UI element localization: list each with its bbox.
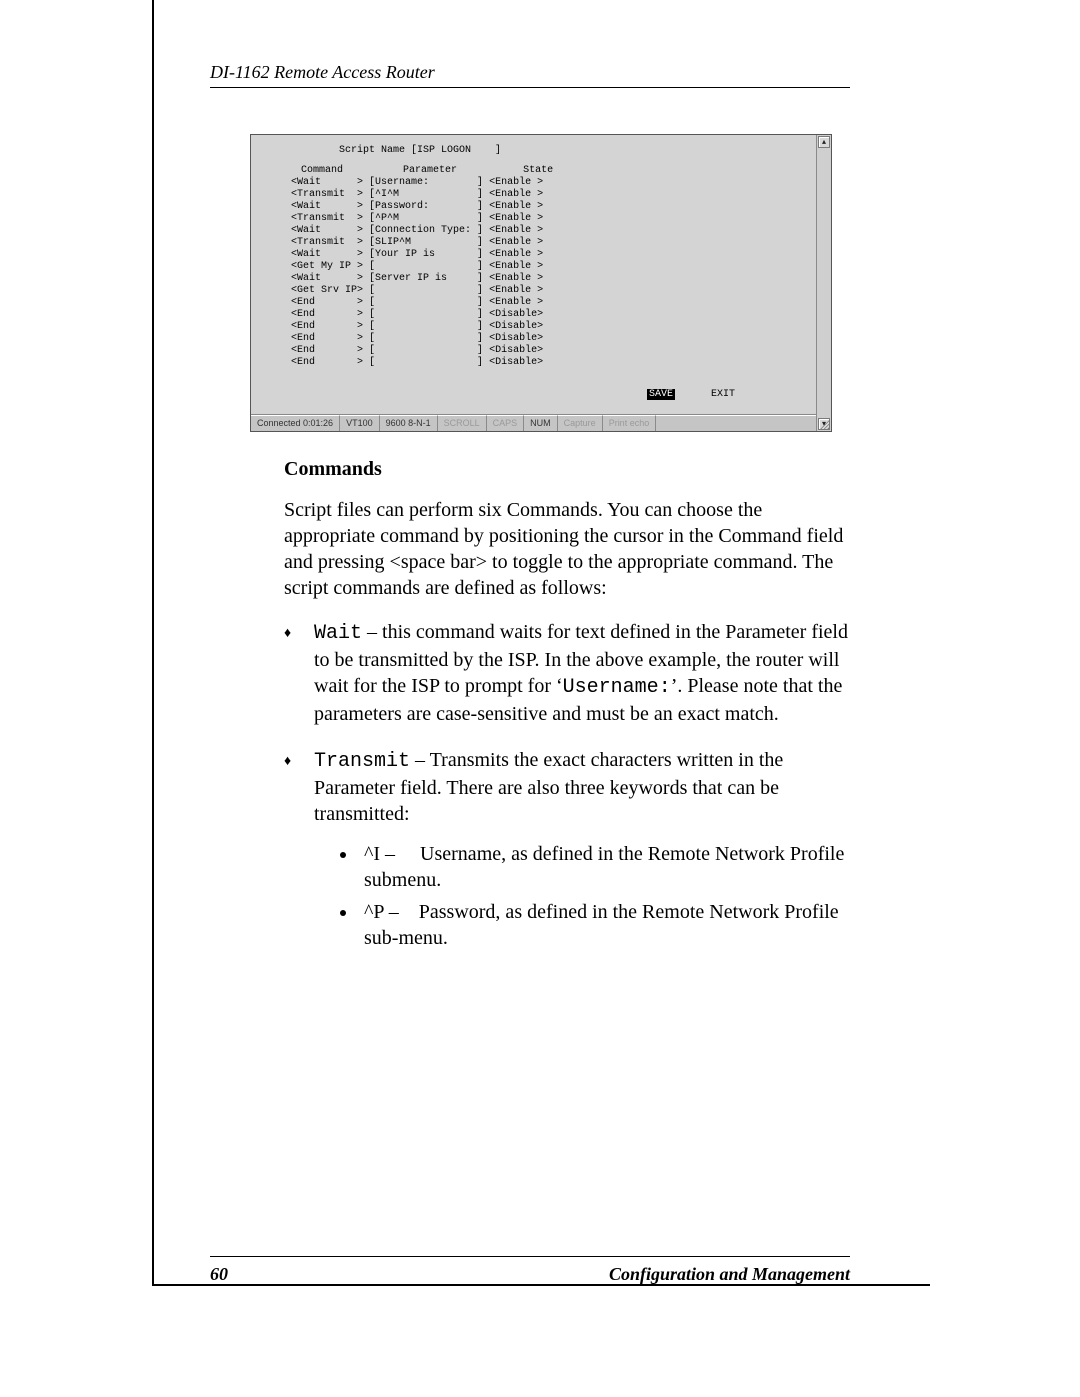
script-row: <Get Srv IP> [ ] <Enable > [291,285,817,297]
status-capture: Capture [558,415,603,431]
status-num: NUM [524,415,558,431]
command-wait: Wait – this command waits for text defin… [284,619,849,727]
intro-paragraph: Script files can perform six Commands. Y… [284,497,844,601]
script-row: <Wait > [Server IP is ] <Enable > [291,273,817,285]
script-row: <End > [ ] <Disable> [291,345,817,357]
status-print-echo: Print echo [603,415,657,431]
footer-divider [210,1256,850,1257]
status-fill [656,415,831,431]
script-name-line: Script Name [ISP LOGON ] [339,145,817,157]
section-heading: Commands [284,458,890,481]
p-lead: ^P – [364,901,404,923]
page-footer: 60 Configuration and Management [210,1264,850,1285]
sub-item-i: ^I – Username, as defined in the Remote … [358,841,849,893]
code-transmit: Transmit [314,750,410,773]
script-row: <Wait > [Password: ] <Enable > [291,201,817,213]
scroll-up-icon[interactable]: ▴ [818,136,830,148]
status-scroll: SCROLL [438,415,487,431]
script-row: <Wait > [Username: ] <Enable > [291,177,817,189]
code-wait: Wait [314,622,362,645]
i-lead: ^I – [364,843,400,865]
status-terminal-type: VT100 [340,415,380,431]
save-button[interactable]: SAVE [647,389,675,400]
code-username: Username: [563,676,671,699]
status-caps: CAPS [487,415,525,431]
script-row: <Transmit > [SLIP^M ] <Enable > [291,237,817,249]
page-number: 60 [210,1264,228,1285]
col-parameter: Parameter [403,165,457,176]
status-connected: Connected 0:01:26 [251,415,340,431]
p-text: Password, as defined in the Remote Netwo… [364,901,839,949]
scrollbar[interactable]: ▴ ▾ [816,135,831,431]
script-row: <End > [ ] <Disable> [291,321,817,333]
page-sheet: DI-1162 Remote Access Router ▴ ▾ Script … [0,0,1080,1397]
content-area: DI-1162 Remote Access Router ▴ ▾ Script … [152,0,930,971]
col-command: Command [301,165,343,176]
status-baud: 9600 8-N-1 [380,415,438,431]
script-row: <End > [ ] <Disable> [291,333,817,345]
script-row: <End > [ ] <Enable > [291,297,817,309]
script-row: <Transmit > [^P^M ] <Enable > [291,213,817,225]
script-row: <End > [ ] <Disable> [291,357,817,369]
terminal-body: Script Name [ISP LOGON ] Command Paramet… [251,135,817,414]
terminal-buttons: SAVE EXIT [251,389,817,400]
sub-item-p: ^P – Password, as defined in the Remote … [358,899,849,951]
resize-grip-icon[interactable] [818,418,830,430]
script-row: <Get My IP > [ ] <Enable > [291,261,817,273]
script-row: <Wait > [Your IP is ] <Enable > [291,249,817,261]
command-list: Wait – this command waits for text defin… [284,619,849,951]
i-text: Username, as defined in the Remote Netwo… [364,843,844,891]
transmit-sublist: ^I – Username, as defined in the Remote … [336,841,849,951]
script-row: <Wait > [Connection Type: ] <Enable > [291,225,817,237]
terminal-status-bar: Connected 0:01:26 VT100 9600 8-N-1 SCROL… [251,414,831,431]
exit-button[interactable]: EXIT [709,389,737,400]
terminal-window: ▴ ▾ Script Name [ISP LOGON ] Command Par… [250,134,832,432]
col-state: State [523,165,553,176]
command-transmit: Transmit – Transmits the exact character… [284,747,849,951]
footer-section: Configuration and Management [609,1264,850,1285]
column-headers: Command Parameter State [301,165,817,177]
document-header: DI-1162 Remote Access Router [210,62,850,88]
script-row: <End > [ ] <Disable> [291,309,817,321]
script-row: <Transmit > [^I^M ] <Enable > [291,189,817,201]
